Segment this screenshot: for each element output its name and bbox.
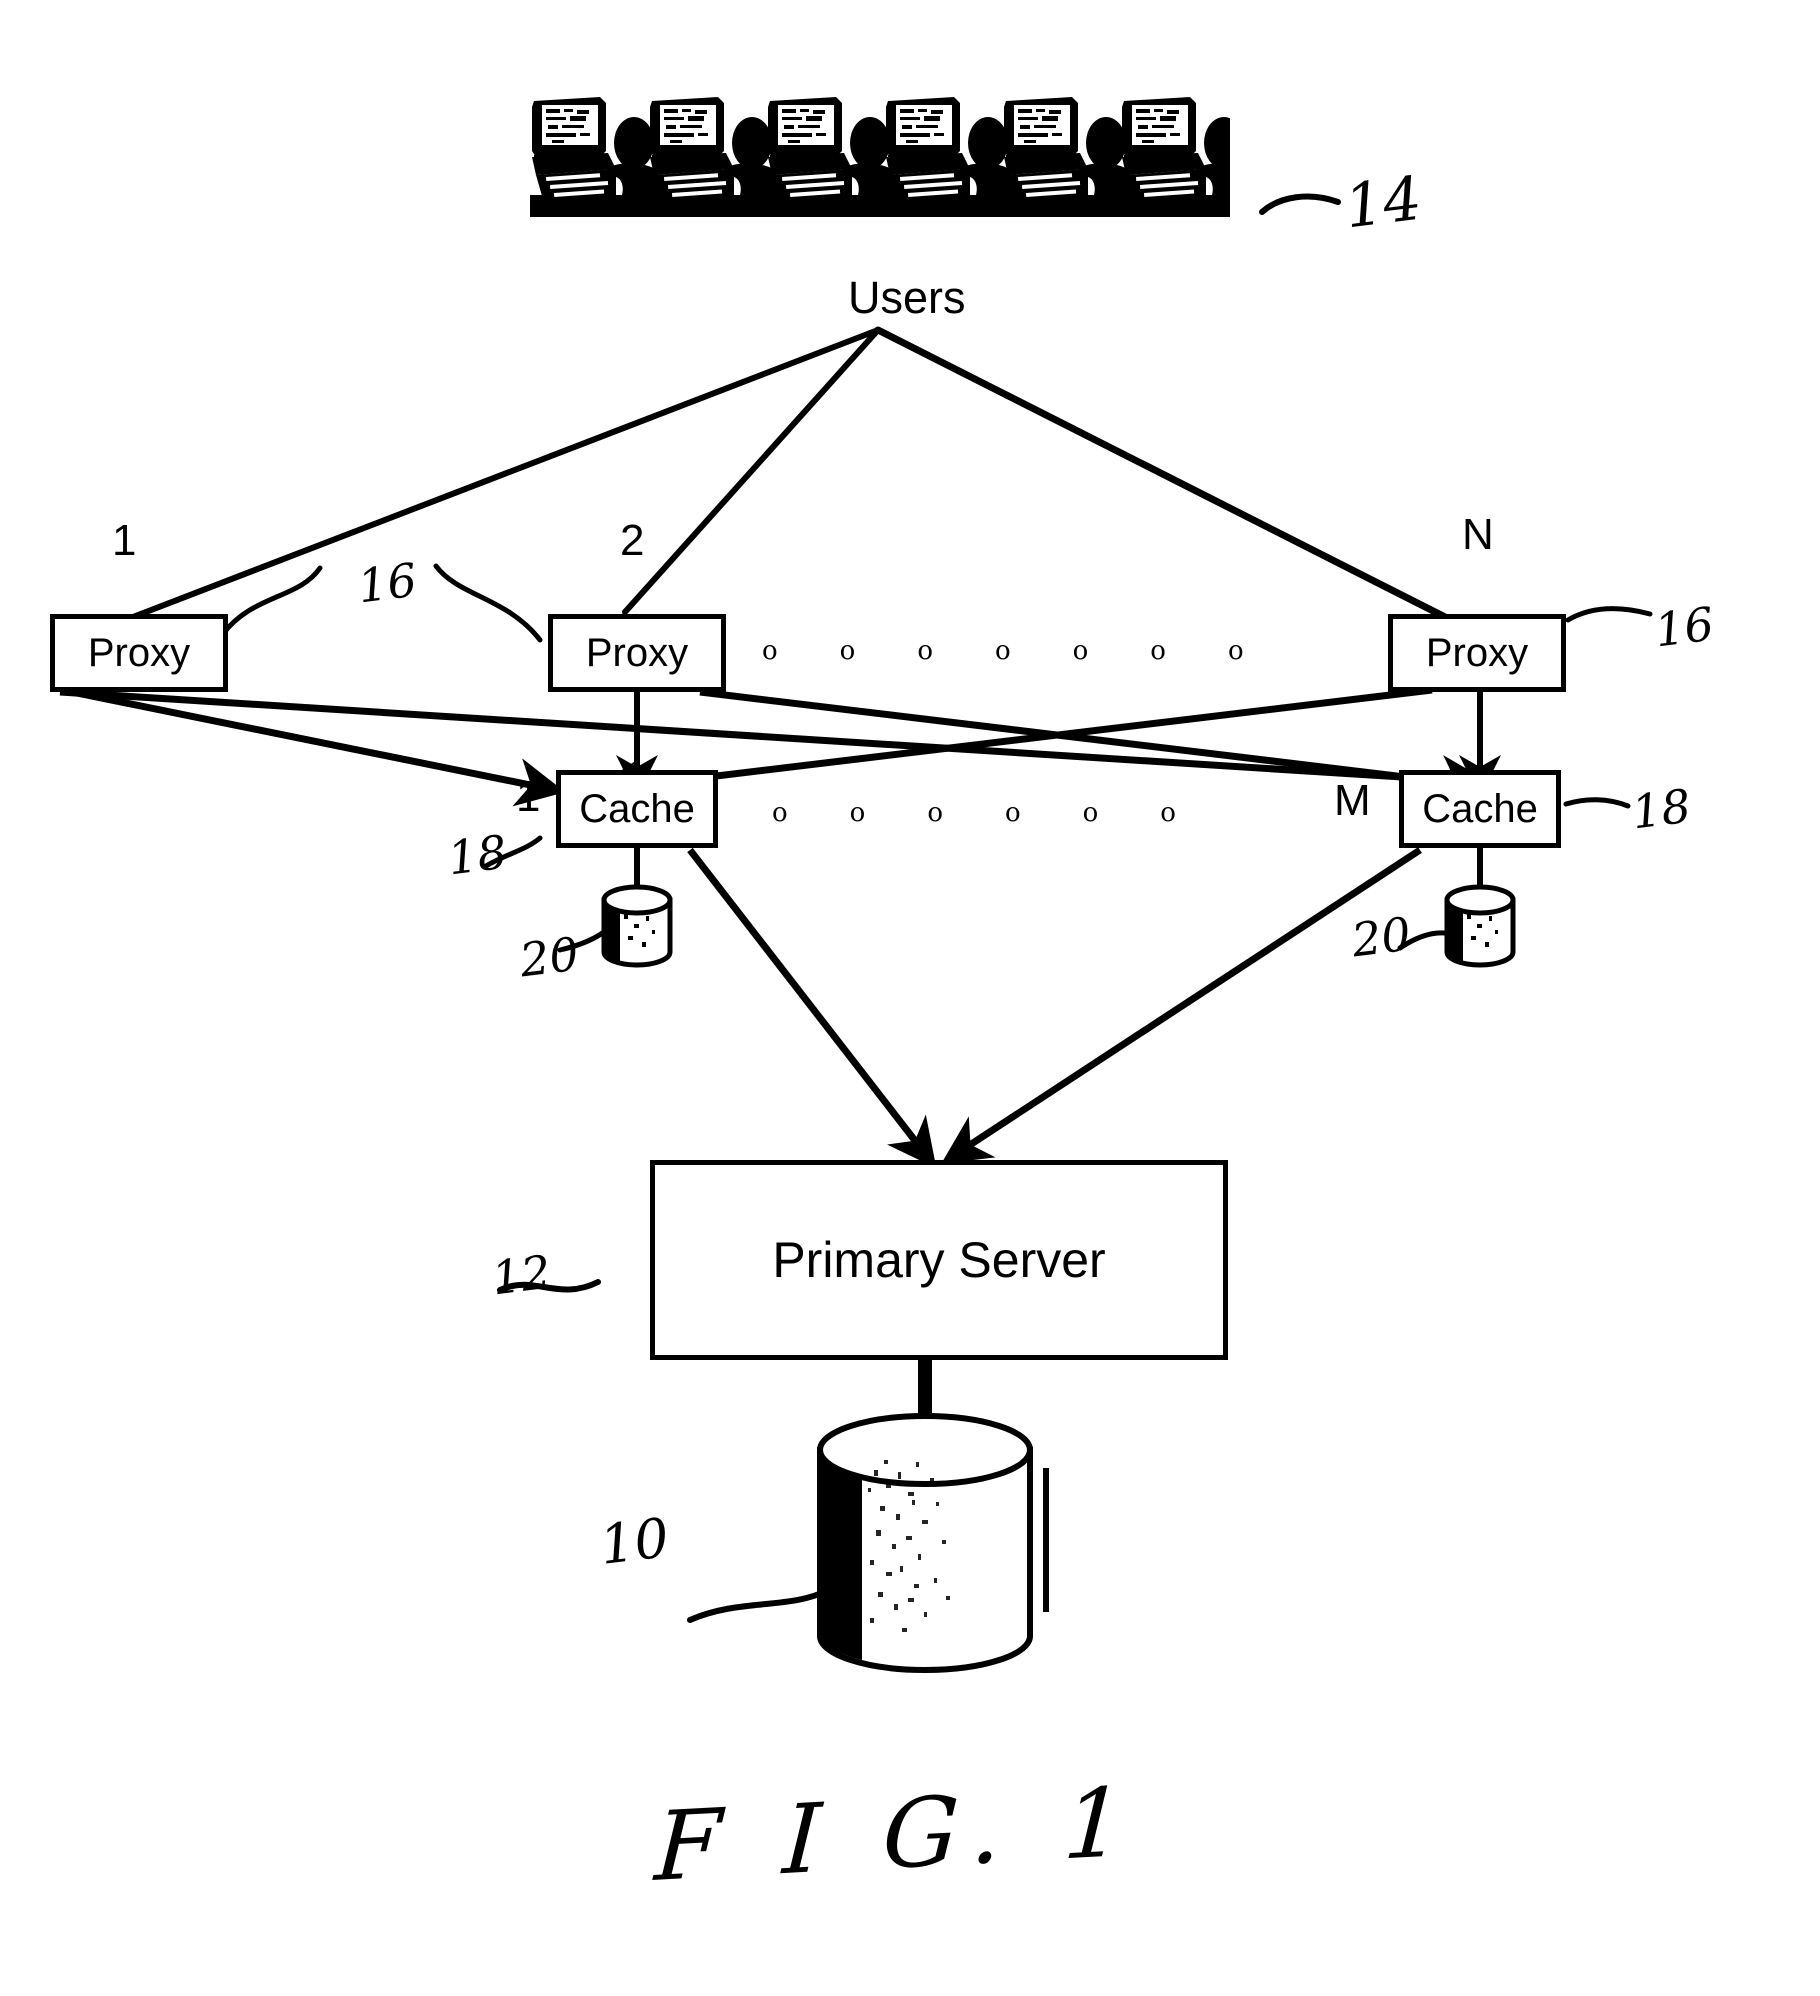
proxy-label-n: Proxy — [1425, 631, 1529, 675]
ref-18-right: 18 — [1628, 778, 1694, 840]
ref-10: 10 — [596, 1506, 673, 1577]
cache-index-m: M — [1334, 776, 1371, 825]
cache-label-m: Cache — [1422, 787, 1538, 831]
proxy-node-n[interactable]: Proxy — [1388, 614, 1566, 692]
ref-18-left: 18 — [444, 824, 510, 886]
proxy-label-2: Proxy — [585, 631, 689, 675]
patent-figure-page: Users 14 1 Proxy 2 Proxy N Proxy ooooooo… — [0, 0, 1820, 1996]
ref-16-right: 16 — [1651, 596, 1717, 658]
ref-20-right: 20 — [1348, 906, 1414, 968]
primary-server-node[interactable]: Primary Server — [650, 1160, 1228, 1360]
proxy-row-ellipsis: ooooooo — [762, 636, 1244, 666]
proxy-node-1[interactable]: Proxy — [50, 614, 228, 692]
cache-disk-icon-2 — [1444, 884, 1516, 968]
ref-16-left: 16 — [354, 552, 420, 614]
ref-14: 14 — [1341, 163, 1426, 243]
cache-disk-icon-1 — [601, 884, 673, 968]
cache-node-m[interactable]: Cache — [1399, 770, 1561, 848]
cache-label-1: Cache — [579, 787, 695, 831]
cache-node-1[interactable]: Cache — [556, 770, 718, 848]
ref-12: 12 — [488, 1244, 554, 1306]
proxy-node-2[interactable]: Proxy — [548, 614, 726, 692]
proxy-index-2: 2 — [620, 516, 645, 565]
ref-20-left: 20 — [516, 926, 582, 988]
primary-server-label: Primary Server — [772, 1232, 1106, 1288]
database-cylinder-icon — [817, 1413, 1049, 1673]
cache-index-1: 1 — [516, 772, 541, 821]
users-label: Users — [848, 272, 966, 323]
proxy-index-1: 1 — [112, 516, 137, 565]
proxy-index-n: N — [1462, 510, 1494, 559]
cache-row-ellipsis: oooooo — [772, 798, 1176, 828]
proxy-label-1: Proxy — [87, 631, 191, 675]
